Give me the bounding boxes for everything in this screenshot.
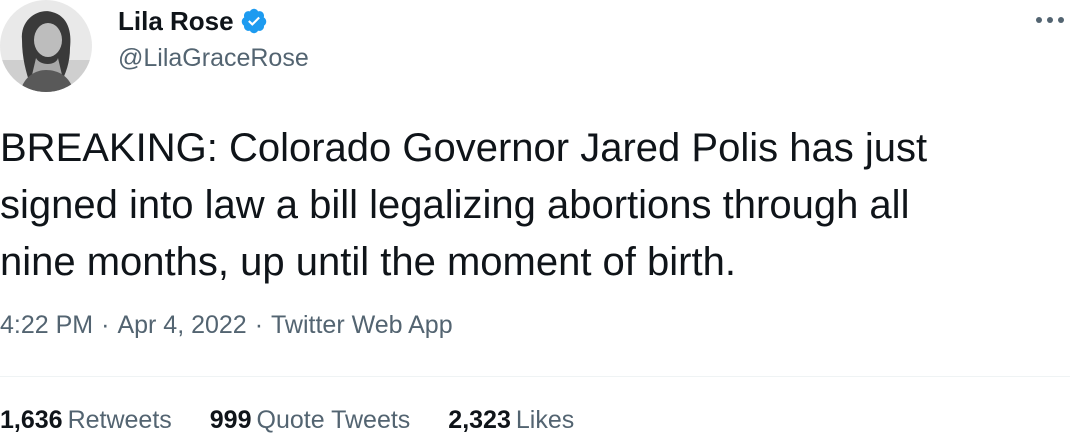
likes-label: Likes bbox=[515, 406, 575, 434]
author-display-name[interactable]: Lila Rose bbox=[118, 6, 234, 37]
avatar-photo bbox=[0, 0, 92, 92]
tweet-date[interactable]: Apr 4, 2022 bbox=[117, 311, 246, 340]
tweet-time[interactable]: 4:22 PM bbox=[0, 311, 93, 340]
divider bbox=[0, 376, 1070, 377]
quote-tweets-count: 999 bbox=[209, 406, 252, 434]
retweets-label: Retweets bbox=[67, 406, 172, 434]
author-handle[interactable]: @LilaGraceRose bbox=[118, 44, 309, 73]
likes-count: 2,323 bbox=[448, 406, 511, 434]
engagement-stats: 1,636 Retweets 999 Quote Tweets 2,323 Likes bbox=[0, 406, 612, 435]
tweet-source[interactable]: Twitter Web App bbox=[271, 311, 453, 340]
tweet-text: BREAKING: Colorado Governor Jared Polis … bbox=[0, 126, 928, 284]
verified-badge-icon bbox=[240, 7, 268, 35]
retweets-stat[interactable]: 1,636 Retweets bbox=[0, 406, 172, 435]
more-options-icon[interactable] bbox=[1030, 6, 1070, 34]
retweets-count: 1,636 bbox=[0, 406, 63, 434]
quote-tweets-stat[interactable]: 999 Quote Tweets bbox=[210, 406, 411, 435]
quote-tweets-label: Quote Tweets bbox=[256, 406, 411, 434]
likes-stat[interactable]: 2,323 Likes bbox=[448, 406, 574, 435]
tweet-detail: Lila Rose @LilaGraceRose BREAKING: Color… bbox=[0, 0, 1080, 445]
tweet-metadata: 4:22 PM · Apr 4, 2022 · Twitter Web App bbox=[0, 311, 453, 340]
meta-separator: · bbox=[254, 311, 264, 339]
author-name-row: Lila Rose bbox=[118, 4, 268, 38]
meta-separator: · bbox=[101, 311, 110, 339]
avatar[interactable] bbox=[0, 0, 92, 92]
